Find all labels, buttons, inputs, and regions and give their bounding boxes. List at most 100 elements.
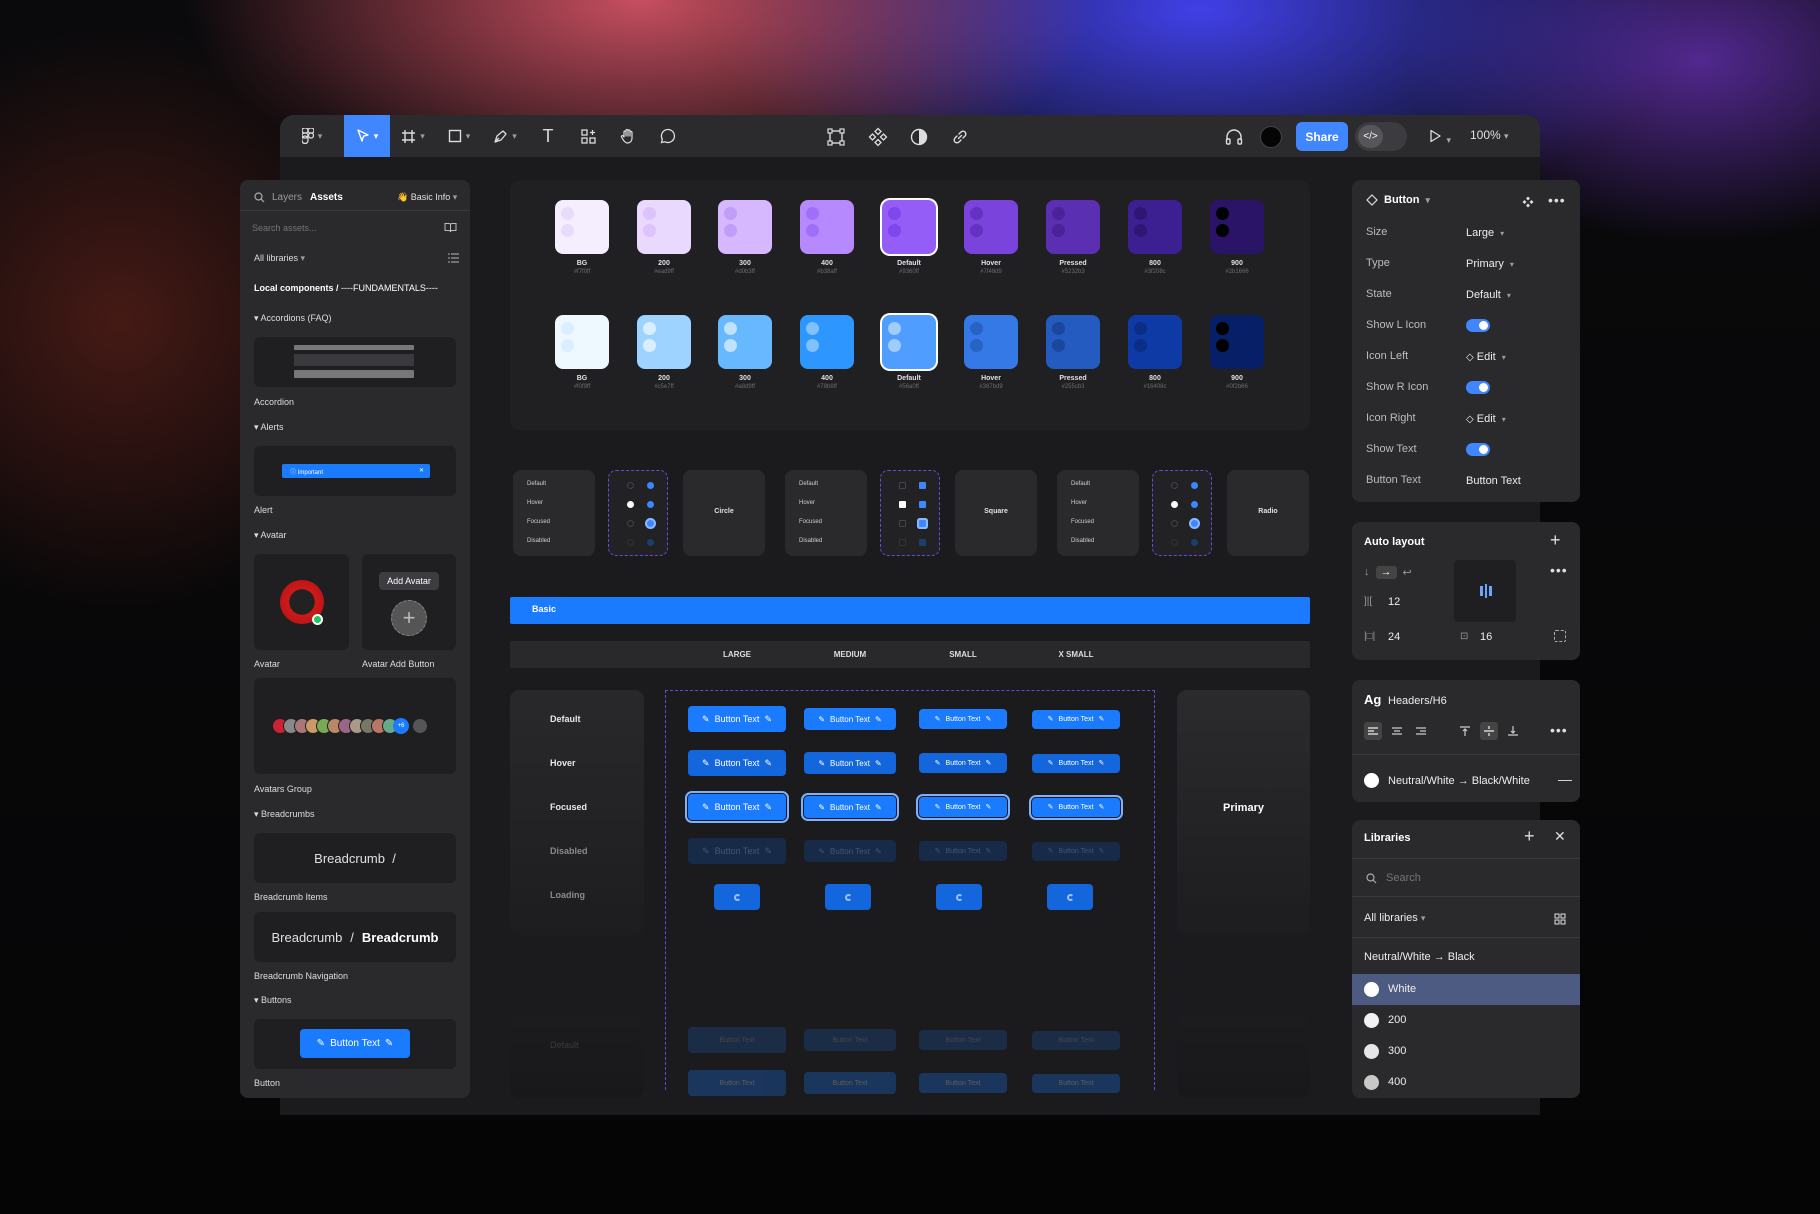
color-swatch[interactable]: [964, 200, 1018, 254]
color-swatch[interactable]: [718, 315, 772, 369]
add-icon[interactable]: +: [1524, 826, 1535, 847]
align-top-icon[interactable]: [1456, 722, 1474, 740]
property-value[interactable]: ◇ Edit ▾: [1466, 351, 1506, 363]
section-alerts[interactable]: ▾ Alerts: [254, 422, 284, 433]
basic-info-dropdown[interactable]: 👋 Basic Info ▾: [397, 192, 457, 203]
libraries-search-input[interactable]: [1386, 870, 1556, 886]
library-color-item[interactable]: 400: [1352, 1067, 1580, 1098]
alignment-grid[interactable]: [1454, 560, 1516, 622]
control-card[interactable]: Default Hover Focused Disabled: [513, 470, 595, 556]
libraries-filter-dropdown[interactable]: All libraries ▾: [1364, 912, 1425, 924]
individual-padding-icon[interactable]: [1554, 630, 1566, 642]
variant-button[interactable]: ✎ Button Text ✎: [804, 708, 896, 730]
more-options-icon[interactable]: •••: [1550, 562, 1568, 578]
avatars-group-thumbnail[interactable]: +6: [254, 678, 456, 774]
all-libraries-dropdown[interactable]: All libraries ▾: [254, 253, 305, 264]
align-middle-icon[interactable]: [1480, 722, 1498, 740]
frame-tool-button[interactable]: ▾: [390, 115, 436, 157]
audio-button[interactable]: [1224, 127, 1244, 152]
loading-button[interactable]: [714, 884, 760, 910]
color-swatch[interactable]: [800, 315, 854, 369]
fill-swatch[interactable]: [1364, 773, 1379, 788]
control-card[interactable]: Default Hover Focused Disabled: [1057, 470, 1139, 556]
control-card[interactable]: Square: [955, 470, 1037, 556]
library-color-item[interactable]: White: [1352, 974, 1580, 1005]
variant-button[interactable]: ✎ Button Text ✎: [688, 838, 786, 864]
arrow-right-icon[interactable]: →: [1375, 566, 1397, 579]
remove-icon[interactable]: —: [1558, 771, 1572, 787]
color-swatch[interactable]: [1128, 200, 1182, 254]
dev-mode-toggle[interactable]: </>: [1355, 122, 1407, 151]
breadcrumb-nav-thumbnail[interactable]: Breadcrumb / Breadcrumb: [254, 912, 456, 962]
loading-button[interactable]: [825, 884, 871, 910]
variant-button[interactable]: ✎ Button Text ✎: [801, 793, 899, 821]
close-icon[interactable]: ✕: [1554, 828, 1566, 845]
variant-button[interactable]: ✎ Button Text ✎: [685, 791, 789, 823]
color-swatch[interactable]: [637, 200, 691, 254]
color-swatch[interactable]: [882, 315, 936, 369]
variant-button[interactable]: ✎ Button Text ✎: [804, 752, 896, 774]
padding-horizontal-value[interactable]: 24: [1388, 631, 1400, 643]
control-card[interactable]: Default Hover Focused Disabled: [785, 470, 867, 556]
color-palette-frame[interactable]: BG #f7f0ff 200 #ead9ff 300 #d0b3ff 400 #b38aff D…: [510, 180, 1310, 430]
comment-tool-button[interactable]: [648, 115, 688, 157]
section-accordions[interactable]: ▾ Accordions (FAQ): [254, 313, 332, 324]
grid-view-icon[interactable]: [1554, 913, 1566, 925]
link-button[interactable]: [950, 127, 970, 152]
section-breadcrumbs[interactable]: ▾ Breadcrumbs: [254, 809, 315, 820]
property-value[interactable]: ◇ Edit ▾: [1466, 413, 1506, 425]
more-options-icon[interactable]: •••: [1550, 722, 1568, 738]
avatar[interactable]: [1260, 126, 1282, 148]
go-to-main-component-icon[interactable]: [1522, 196, 1534, 208]
add-icon[interactable]: +: [1550, 530, 1561, 551]
variant-button[interactable]: ✎ Button Text ✎: [916, 794, 1010, 820]
main-menu-button[interactable]: ▾: [280, 115, 344, 157]
variant-button[interactable]: ✎ Button Text ✎: [919, 841, 1007, 861]
avatar-thumbnail[interactable]: [254, 554, 349, 650]
zoom-dropdown[interactable]: 100% ▾: [1470, 128, 1509, 142]
color-swatch[interactable]: [1210, 200, 1264, 254]
search-assets-input[interactable]: [252, 220, 422, 236]
align-bottom-icon[interactable]: [1504, 722, 1522, 740]
color-swatch[interactable]: [964, 315, 1018, 369]
color-swatch[interactable]: [800, 200, 854, 254]
direction-toggle[interactable]: ↓ → ↩: [1364, 566, 1412, 579]
property-toggle[interactable]: [1466, 381, 1490, 394]
loading-button[interactable]: [1047, 884, 1093, 910]
present-button[interactable]: ▾: [1428, 129, 1451, 148]
alert-thumbnail[interactable]: ⓘ Important ✕: [254, 446, 456, 496]
variant-button[interactable]: ✎ Button Text ✎: [1032, 709, 1120, 729]
resources-button[interactable]: [568, 115, 608, 157]
arrow-down-icon[interactable]: ↓: [1364, 566, 1370, 579]
control-card[interactable]: [608, 470, 668, 556]
list-view-icon[interactable]: [448, 253, 459, 263]
more-options-icon[interactable]: •••: [1548, 192, 1566, 208]
tab-assets[interactable]: Assets: [310, 192, 343, 203]
color-swatch[interactable]: [555, 200, 609, 254]
variant-button[interactable]: ✎ Button Text ✎: [1032, 753, 1120, 773]
property-value[interactable]: Large ▾: [1466, 227, 1504, 239]
control-card[interactable]: [880, 470, 940, 556]
pen-tool-button[interactable]: ▾: [482, 115, 528, 157]
fill-style-name[interactable]: Neutral/White → Black/White: [1388, 775, 1530, 787]
property-toggle[interactable]: [1466, 443, 1490, 456]
text-tool-button[interactable]: T: [528, 115, 568, 157]
library-color-item[interactable]: 300: [1352, 1036, 1580, 1067]
color-swatch[interactable]: [637, 315, 691, 369]
variant-button[interactable]: ✎ Button Text ✎: [1032, 841, 1120, 861]
book-icon[interactable]: [444, 222, 457, 233]
property-value[interactable]: Default ▾: [1466, 289, 1511, 301]
padding-vertical-value[interactable]: 16: [1480, 631, 1492, 643]
accordion-thumbnail[interactable]: [254, 337, 456, 387]
color-swatch[interactable]: [555, 315, 609, 369]
button-thumbnail[interactable]: ✎ Button Text ✎: [254, 1019, 456, 1069]
hand-tool-button[interactable]: [608, 115, 648, 157]
tab-layers[interactable]: Layers: [272, 192, 302, 203]
align-center-text-icon[interactable]: [1388, 722, 1406, 740]
gap-value[interactable]: 12: [1388, 596, 1400, 608]
section-avatar[interactable]: ▾ Avatar: [254, 530, 286, 541]
wrap-icon[interactable]: ↩: [1403, 566, 1412, 579]
variant-button[interactable]: ✎ Button Text ✎: [688, 706, 786, 732]
move-tool-button[interactable]: ▾: [344, 115, 390, 157]
variant-button[interactable]: ✎ Button Text ✎: [688, 750, 786, 776]
